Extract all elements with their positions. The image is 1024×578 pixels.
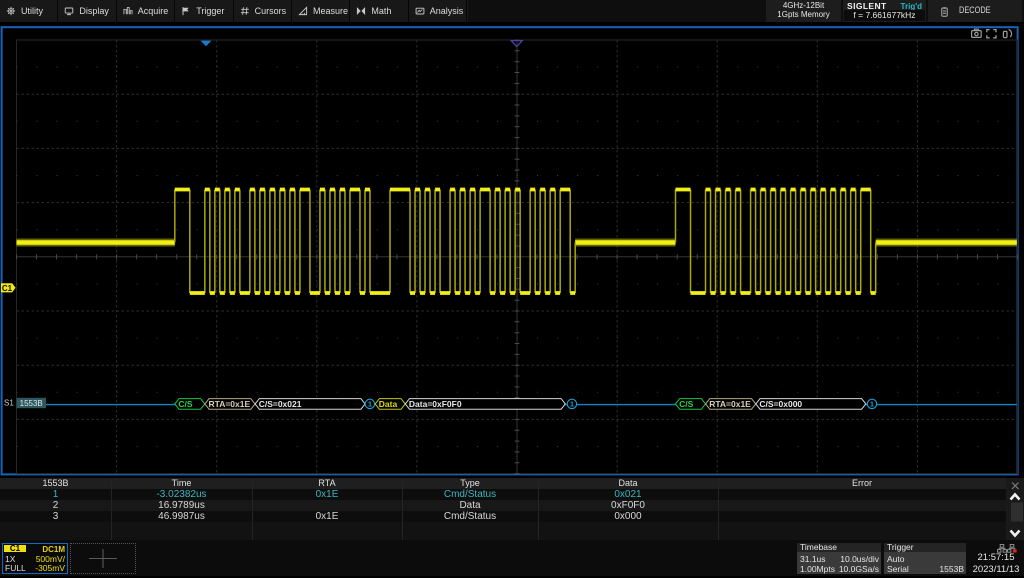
svg-text:C/S=0x000: C/S=0x000 — [759, 399, 802, 409]
svg-text:C/S: C/S — [178, 399, 193, 409]
svg-text:1: 1 — [368, 399, 372, 408]
svg-text:Data=0xF0F0: Data=0xF0F0 — [409, 399, 462, 409]
svg-text:RTA=0x1E: RTA=0x1E — [709, 399, 751, 409]
svg-text:C/S=0x021: C/S=0x021 — [259, 399, 302, 409]
svg-text:RTA=0x1E: RTA=0x1E — [209, 399, 251, 409]
svg-text:1553B: 1553B — [20, 399, 43, 408]
svg-text:C/S: C/S — [679, 399, 694, 409]
svg-text:S1: S1 — [4, 399, 14, 408]
svg-text:Data: Data — [379, 399, 398, 409]
svg-text:1: 1 — [570, 399, 574, 408]
svg-text:C1: C1 — [2, 284, 13, 293]
svg-text:1: 1 — [870, 399, 874, 408]
